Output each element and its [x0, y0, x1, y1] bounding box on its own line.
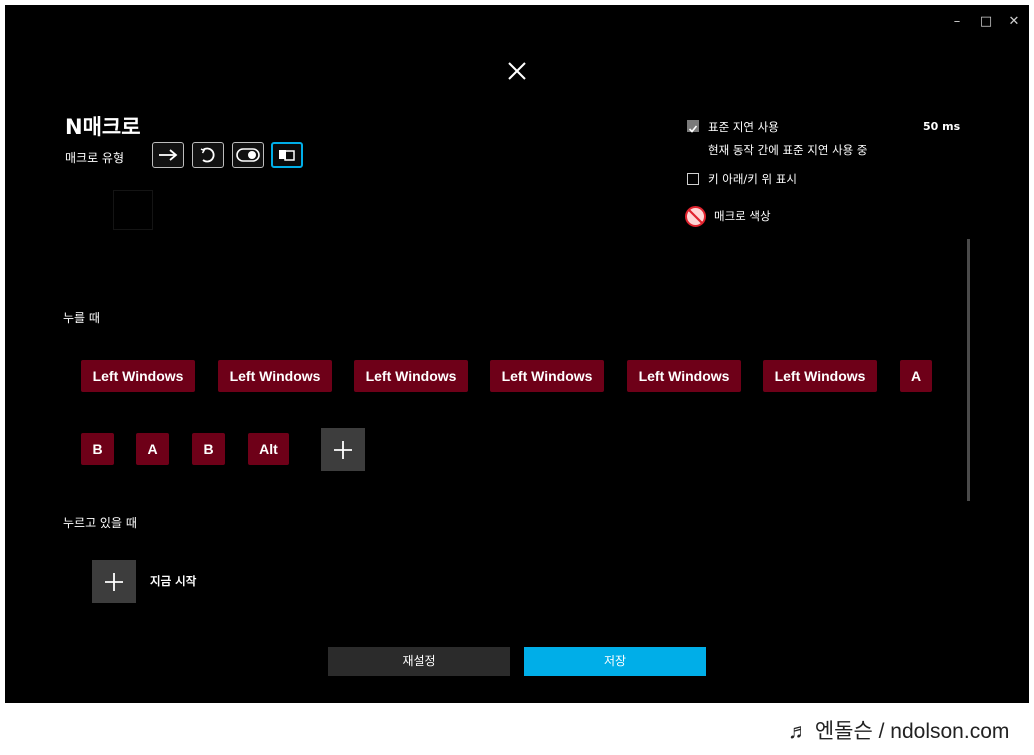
checkmark-icon — [688, 125, 698, 133]
standard-delay-description: 현재 동작 간에 표준 지연 사용 중 — [708, 143, 868, 157]
macro-type-sequence-button[interactable] — [271, 142, 303, 168]
macro-editor-window: – □ ✕ N매크로 매크로 유형 표준 지연 사용 50 ms 현재 동작 간… — [5, 5, 1029, 703]
macro-key[interactable]: Left Windows — [81, 360, 195, 392]
minimize-button[interactable]: – — [947, 13, 967, 31]
macro-type-repeat-button[interactable] — [192, 142, 224, 168]
while-holding-label: 누르고 있을 때 — [63, 516, 137, 530]
reset-button[interactable]: 재설정 — [328, 647, 510, 676]
start-now-add-button[interactable] — [92, 560, 136, 603]
macro-key[interactable]: Left Windows — [354, 360, 468, 392]
scrollbar[interactable] — [967, 239, 970, 501]
macro-type-label: 매크로 유형 — [65, 151, 125, 165]
sequence-icon — [279, 150, 295, 161]
macro-key[interactable]: A — [136, 433, 169, 465]
background-ghost-tile — [113, 190, 153, 230]
watermark: ♬ 엔돌슨 / ndolson.com — [788, 720, 1010, 743]
show-updown-checkbox[interactable] — [687, 173, 699, 185]
standard-delay-checkbox[interactable] — [687, 120, 699, 133]
macro-key[interactable]: Alt — [248, 433, 289, 465]
macro-key[interactable]: Left Windows — [218, 360, 332, 392]
toggle-icon — [236, 148, 260, 162]
standard-delay-label: 표준 지연 사용 — [708, 120, 779, 134]
start-now-label: 지금 시작 — [150, 574, 197, 588]
macro-key[interactable]: B — [192, 433, 225, 465]
no-color-icon[interactable] — [685, 206, 706, 227]
plus-icon — [334, 440, 352, 459]
save-button[interactable]: 저장 — [524, 647, 706, 676]
maximize-button[interactable]: □ — [976, 13, 996, 31]
plus-icon — [105, 572, 123, 591]
macro-key[interactable]: Left Windows — [627, 360, 741, 392]
on-press-label: 누를 때 — [63, 311, 100, 325]
macro-key[interactable]: Left Windows — [763, 360, 877, 392]
add-key-button[interactable] — [321, 428, 365, 471]
close-icon[interactable] — [505, 59, 529, 83]
macro-type-single-button[interactable] — [152, 142, 184, 168]
repeat-icon — [200, 147, 215, 163]
window-close-button[interactable]: ✕ — [1004, 13, 1024, 31]
macro-key[interactable]: A — [900, 360, 932, 392]
macro-key[interactable]: B — [81, 433, 114, 465]
macro-color-label: 매크로 색상 — [714, 209, 771, 223]
macro-key[interactable]: Left Windows — [490, 360, 604, 392]
macro-type-toggle-button[interactable] — [232, 142, 264, 168]
macro-title: N매크로 — [65, 115, 141, 139]
arrow-right-icon — [159, 149, 178, 161]
standard-delay-value[interactable]: 50 ms — [923, 120, 960, 133]
show-updown-label: 키 아래/키 위 표시 — [708, 172, 797, 186]
